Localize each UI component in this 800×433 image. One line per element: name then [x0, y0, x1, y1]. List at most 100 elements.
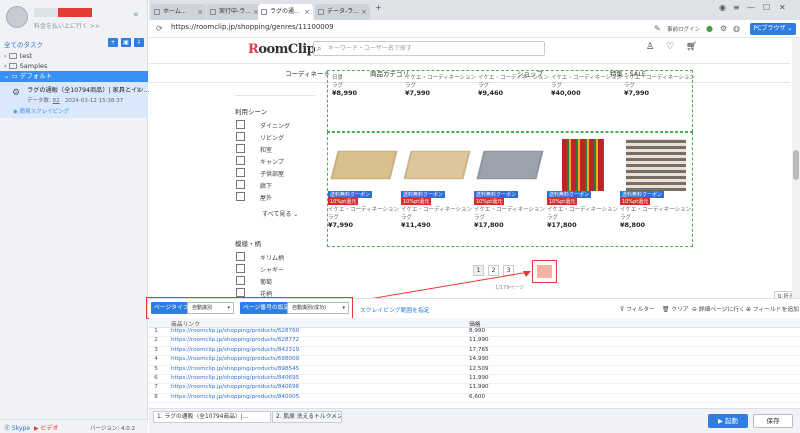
- heart-icon[interactable]: ♡: [666, 42, 674, 52]
- site-search-input[interactable]: ⌕ キーワード・ユーザー名で探す: [313, 41, 545, 56]
- paging-select[interactable]: 自動識別(成功) ▾: [287, 302, 349, 314]
- product-card[interactable]: イケエ・コーディネーション ラグ ¥7,990: [624, 73, 697, 97]
- filter-checkbox[interactable]: [236, 288, 245, 297]
- filter-checkbox[interactable]: [236, 192, 245, 201]
- row-link[interactable]: https://roomclip.jp/shopping/products/62…: [171, 337, 299, 343]
- folder-samples[interactable]: › Samples: [4, 62, 47, 70]
- product-card[interactable]: イケエ・コーディネーション ラグ ¥9,460: [478, 73, 551, 97]
- upgrade-link[interactable]: 料金を払い上に行く >>: [34, 21, 100, 30]
- add-field-button[interactable]: ⊕ フィールドを追加: [746, 304, 799, 313]
- product-card[interactable]: 送料無料クーポン 10%pt還元 イケエ・コーディネーション ラグ ¥17,800: [474, 133, 547, 229]
- filter-label[interactable]: 廊下: [260, 181, 272, 190]
- product-card[interactable]: 送料無料クーポン 10%pt還元 イケエ・コーディネーション ラグ ¥17,800: [547, 133, 620, 229]
- reload-icon[interactable]: ⟳: [156, 24, 163, 33]
- cookie-icon[interactable]: ◍: [733, 24, 740, 33]
- user-icon[interactable]: ♙: [646, 42, 654, 52]
- product-image[interactable]: [476, 150, 544, 180]
- close-icon[interactable]: ×: [197, 4, 203, 20]
- page-scrollbar[interactable]: [792, 38, 800, 300]
- filter-checkbox[interactable]: [236, 120, 245, 129]
- browser-mode-select[interactable]: PCブラウザ ⌄: [750, 23, 796, 35]
- close-icon[interactable]: ×: [136, 86, 142, 94]
- row-link[interactable]: https://roomclip.jp/shopping/products/84…: [171, 394, 299, 400]
- step-tab-2[interactable]: 2. 肌原 洗えるトルクメン風ラグ...: [272, 411, 342, 423]
- row-link[interactable]: https://roomclip.jp/shopping/products/84…: [171, 347, 299, 353]
- highlighted-thumbnail[interactable]: [532, 260, 557, 283]
- table-row[interactable]: 7 https://roomclip.jp/shopping/products/8…: [149, 384, 800, 394]
- filter-checkbox[interactable]: [236, 168, 245, 177]
- account-icon[interactable]: ◉: [719, 3, 726, 12]
- new-tab-icon[interactable]: +: [375, 3, 382, 12]
- new-folder-icon[interactable]: ▣: [121, 38, 131, 47]
- tab-data[interactable]: データ-ラ... ×: [315, 4, 370, 20]
- filter-label[interactable]: ダイニング: [260, 121, 290, 130]
- close-icon[interactable]: ×: [304, 4, 310, 20]
- product-image[interactable]: [562, 139, 604, 191]
- product-card[interactable]: 日景 ラグ ¥8,990: [332, 73, 405, 97]
- tab-running[interactable]: 実行中-ラ... ×: [207, 4, 262, 20]
- import-icon[interactable]: ⇩: [134, 38, 144, 47]
- table-row[interactable]: 3 https://roomclip.jp/shopping/products/8…: [149, 347, 800, 357]
- clear-button[interactable]: 🗑︎ クリア: [662, 304, 689, 313]
- filter-checkbox[interactable]: [236, 132, 245, 141]
- filter-checkbox[interactable]: [236, 276, 245, 285]
- column-header-price[interactable]: 価格: [469, 319, 481, 328]
- filter-checkbox[interactable]: [236, 156, 245, 165]
- table-row[interactable]: 4 https://roomclip.jp/shopping/products/6…: [149, 356, 800, 366]
- table-row[interactable]: 5 https://roomclip.jp/shopping/products/8…: [149, 366, 800, 375]
- settings-icon[interactable]: ⚙: [720, 24, 727, 33]
- filter-checkbox[interactable]: [236, 252, 245, 261]
- page-type-select[interactable]: 自動識別 ▾: [187, 302, 234, 314]
- filter-checkbox[interactable]: [236, 180, 245, 189]
- row-link[interactable]: https://roomclip.jp/shopping/products/84…: [171, 384, 299, 390]
- filter-label[interactable]: 和室: [260, 145, 272, 154]
- tab-rug-shop[interactable]: ラグの通... ×: [258, 4, 313, 20]
- video-link[interactable]: ▶ ビデオ: [34, 423, 59, 432]
- minimize-icon[interactable]: —: [747, 3, 755, 12]
- filter-label[interactable]: キリム柄: [260, 253, 284, 262]
- detail-page-button[interactable]: ⊖ 詳細ページに行く: [692, 304, 745, 313]
- folder-test[interactable]: › test: [4, 52, 32, 60]
- folder-default[interactable]: ⌄ ▭ デフォルト: [0, 71, 148, 82]
- save-button[interactable]: 保存: [753, 414, 793, 428]
- filter-button[interactable]: ⊽ フィルター: [620, 304, 655, 313]
- task-item[interactable]: ⚙ ラグの通販（全10794商品）| 家具とイン... データ数: 82 202…: [0, 82, 149, 118]
- maximize-icon[interactable]: ☐: [763, 3, 770, 12]
- url-field[interactable]: https://roomclip.jp/shopping/genres/1110…: [171, 23, 334, 31]
- close-icon[interactable]: ×: [361, 4, 367, 20]
- task-data-count[interactable]: 82: [53, 98, 60, 104]
- table-row[interactable]: 1 https://roomclip.jp/shopping/products/6…: [149, 328, 800, 338]
- filter-label[interactable]: シャギー: [260, 265, 284, 274]
- filter-checkbox[interactable]: [236, 144, 245, 153]
- row-link[interactable]: https://roomclip.jp/shopping/products/89…: [171, 366, 299, 372]
- filter-label[interactable]: リビング: [260, 133, 284, 142]
- show-more-link[interactable]: すべて見る ⌄: [262, 209, 298, 218]
- filter-label[interactable]: 子供部屋: [260, 169, 284, 178]
- all-tasks-label[interactable]: 全てのタスク: [4, 39, 43, 49]
- row-link[interactable]: https://roomclip.jp/shopping/products/62…: [171, 328, 299, 334]
- product-card[interactable]: 送料無料クーポン 10%pt還元 イケエ・コーディネーション ラグ ¥11,490: [401, 133, 474, 229]
- site-logo[interactable]: RoomClip: [248, 42, 316, 57]
- product-card[interactable]: イケエ・コーディネーション ラグ ¥7,990: [405, 73, 478, 97]
- table-row[interactable]: 2 https://roomclip.jp/shopping/products/6…: [149, 337, 800, 347]
- menu-icon[interactable]: ≡: [733, 3, 740, 12]
- scroll-thumb[interactable]: [793, 150, 799, 180]
- tab-home[interactable]: ホーム... ×: [151, 4, 206, 20]
- product-card[interactable]: 送料無料クーポン 10%pt還元 イケエ・コーディネーション ラグ ¥8,800: [620, 133, 693, 229]
- filter-label[interactable]: キャンプ: [260, 157, 284, 166]
- table-row[interactable]: 8 https://roomclip.jp/shopping/products/8…: [149, 394, 800, 404]
- product-card[interactable]: 送料無料クーポン 10%pt還元 イケエ・コーディネーション ラグ ¥7,990: [328, 133, 401, 229]
- window-close-icon[interactable]: ✕: [779, 3, 786, 12]
- edit-icon[interactable]: ✎: [654, 24, 661, 33]
- row-link[interactable]: https://roomclip.jp/shopping/products/84…: [171, 375, 299, 381]
- new-task-icon[interactable]: +: [108, 38, 118, 47]
- scrape-range-link[interactable]: スクレイピング範囲を指定: [360, 305, 430, 314]
- table-row[interactable]: 6 https://roomclip.jp/shopping/products/8…: [149, 375, 800, 385]
- run-button[interactable]: ▶ 起動: [708, 414, 748, 428]
- menu-coordinate[interactable]: コーディネート: [285, 68, 330, 78]
- product-card[interactable]: イケエ・コーディネーション ラグ ¥40,000: [551, 73, 624, 97]
- cart-icon[interactable]: 🛒︎: [686, 42, 697, 52]
- row-link[interactable]: https://roomclip.jp/shopping/products/69…: [171, 356, 299, 362]
- collapse-icon[interactable]: «: [133, 10, 143, 20]
- column-header-link[interactable]: 商品リンク: [171, 319, 200, 328]
